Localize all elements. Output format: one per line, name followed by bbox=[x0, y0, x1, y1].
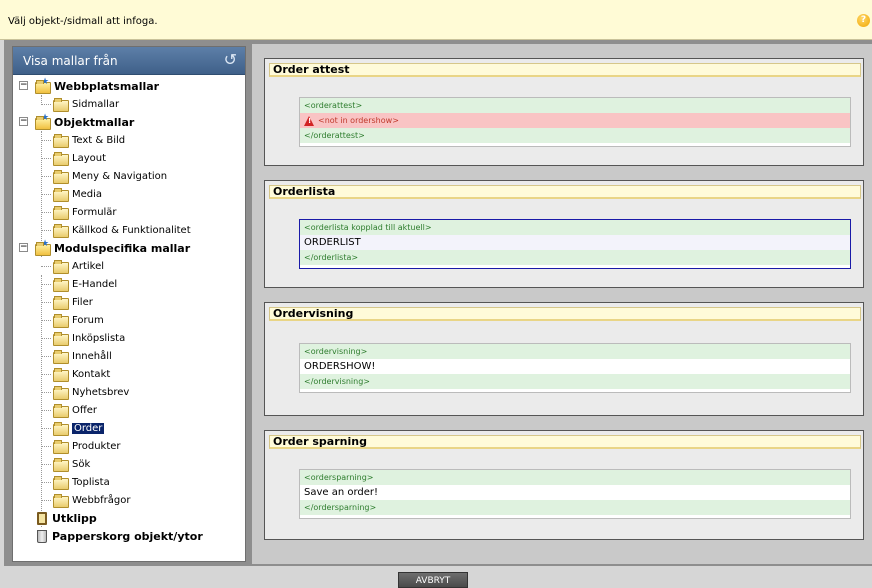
card-title: Order attest bbox=[269, 63, 861, 77]
cancel-button[interactable]: AVBRYT bbox=[398, 572, 468, 588]
tree-item-media[interactable]: Media bbox=[53, 185, 102, 203]
template-card-order-sparning[interactable]: Order sparning <ordersparning> Save an o… bbox=[264, 430, 864, 540]
folder-icon bbox=[53, 260, 69, 274]
sidebar-title: Visa mallar från bbox=[23, 54, 118, 68]
close-tag: </orderlista> bbox=[300, 250, 850, 265]
tree-item-innehall[interactable]: Innehåll bbox=[53, 347, 112, 365]
card-title: Orderlista bbox=[269, 185, 861, 199]
template-card-order-attest[interactable]: Order attest <orderattest> <not in order… bbox=[264, 58, 864, 166]
tree-node-objektmallar[interactable]: − ★ Objektmallar bbox=[19, 113, 134, 131]
help-icon[interactable]: ? bbox=[857, 14, 870, 27]
warning-icon bbox=[304, 115, 314, 126]
tree-node-papperskorg[interactable]: Papperskorg objekt/ytor bbox=[37, 527, 203, 545]
clipboard-icon bbox=[37, 511, 47, 525]
folder-icon bbox=[53, 386, 69, 400]
folder-icon bbox=[53, 224, 69, 238]
folder-icon: ★ bbox=[35, 113, 51, 130]
body-text: ORDERSHOW! bbox=[300, 359, 850, 374]
close-tag: </orderattest> bbox=[300, 128, 850, 143]
tree-item-text-bild[interactable]: Text & Bild bbox=[53, 131, 125, 149]
tree-node-webbplatsmallar[interactable]: − ★ Webbplatsmallar bbox=[19, 77, 159, 95]
open-tag: <orderattest> bbox=[300, 98, 850, 113]
collapse-toggle[interactable]: − bbox=[19, 243, 28, 252]
folder-icon bbox=[53, 422, 69, 436]
folder-icon bbox=[53, 440, 69, 454]
tree-item-forum[interactable]: Forum bbox=[53, 311, 104, 329]
tree-item-e-handel[interactable]: E-Handel bbox=[53, 275, 117, 293]
refresh-icon[interactable]: ↺ bbox=[224, 50, 237, 69]
selected-item-label: Order bbox=[72, 422, 105, 434]
folder-icon bbox=[53, 296, 69, 310]
folder-icon: ★ bbox=[35, 239, 51, 256]
folder-icon bbox=[53, 476, 69, 490]
template-content: <ordersparning> Save an order! </ordersp… bbox=[299, 469, 851, 519]
folder-icon bbox=[53, 368, 69, 382]
folder-icon bbox=[53, 314, 69, 328]
body-text: Save an order! bbox=[300, 485, 850, 500]
tree-item-nyhetsbrev[interactable]: Nyhetsbrev bbox=[53, 383, 129, 401]
template-card-ordervisning[interactable]: Ordervisning <ordervisning> ORDERSHOW! <… bbox=[264, 302, 864, 416]
folder-icon bbox=[53, 134, 69, 148]
sidebar-header: Visa mallar från ↺ bbox=[13, 47, 245, 75]
tree-item-toplista[interactable]: Toplista bbox=[53, 473, 110, 491]
card-title: Order sparning bbox=[269, 435, 861, 449]
folder-icon: ★ bbox=[35, 77, 51, 94]
tree-item-kallkod[interactable]: Källkod & Funktionalitet bbox=[53, 221, 191, 239]
template-content: <ordervisning> ORDERSHOW! </ordervisning… bbox=[299, 343, 851, 393]
tree-item-offer[interactable]: Offer bbox=[53, 401, 97, 419]
template-preview-pane: Order attest <orderattest> <not in order… bbox=[252, 44, 872, 564]
folder-icon bbox=[53, 494, 69, 508]
collapse-toggle[interactable]: − bbox=[19, 117, 28, 126]
tree-item-produkter[interactable]: Produkter bbox=[53, 437, 121, 455]
folder-icon bbox=[53, 458, 69, 472]
tree-item-inkopslista[interactable]: Inköpslista bbox=[53, 329, 125, 347]
close-tag: </ordersparning> bbox=[300, 500, 850, 515]
tree-item-sok[interactable]: Sök bbox=[53, 455, 90, 473]
tree-item-webbfragor[interactable]: Webbfrågor bbox=[53, 491, 131, 509]
card-title: Ordervisning bbox=[269, 307, 861, 321]
button-bar: AVBRYT bbox=[0, 566, 872, 588]
folder-icon bbox=[53, 404, 69, 418]
body-text: ORDERLIST bbox=[300, 235, 850, 250]
tree-item-kontakt[interactable]: Kontakt bbox=[53, 365, 110, 383]
instruction-text: Välj objekt-/sidmall att infoga. bbox=[8, 16, 158, 27]
tree-item-layout[interactable]: Layout bbox=[53, 149, 106, 167]
tree-item-sidmallar[interactable]: Sidmallar bbox=[53, 95, 119, 113]
folder-icon bbox=[53, 98, 69, 112]
open-tag: <ordersparning> bbox=[300, 470, 850, 485]
folder-icon bbox=[53, 188, 69, 202]
template-sidebar: Visa mallar från ↺ − ★ Webbplatsmallar S… bbox=[12, 46, 246, 562]
template-card-orderlista[interactable]: Orderlista <orderlista kopplad till aktu… bbox=[264, 180, 864, 288]
folder-icon bbox=[53, 332, 69, 346]
close-tag: </ordervisning> bbox=[300, 374, 850, 389]
template-content: <orderlista kopplad till aktuell> ORDERL… bbox=[299, 219, 851, 269]
folder-icon bbox=[53, 278, 69, 292]
top-message-bar: Välj objekt-/sidmall att infoga. ? bbox=[0, 0, 872, 40]
collapse-toggle[interactable]: − bbox=[19, 81, 28, 90]
trash-icon bbox=[37, 529, 47, 543]
tree-item-formular[interactable]: Formulär bbox=[53, 203, 117, 221]
tree-item-artikel[interactable]: Artikel bbox=[53, 257, 104, 275]
open-tag: <orderlista kopplad till aktuell> bbox=[300, 220, 850, 235]
template-content: <orderattest> <not in ordershow> </order… bbox=[299, 97, 851, 147]
folder-icon bbox=[53, 170, 69, 184]
folder-icon bbox=[53, 206, 69, 220]
open-tag: <ordervisning> bbox=[300, 344, 850, 359]
tree-node-utklipp[interactable]: Utklipp bbox=[37, 509, 97, 527]
tree-node-modulspecifika[interactable]: − ★ Modulspecifika mallar bbox=[19, 239, 190, 257]
error-row: <not in ordershow> bbox=[300, 113, 850, 128]
tree-item-filer[interactable]: Filer bbox=[53, 293, 93, 311]
tree-item-order[interactable]: Order bbox=[53, 419, 105, 437]
folder-icon bbox=[53, 350, 69, 364]
tree-item-meny-navigation[interactable]: Meny & Navigation bbox=[53, 167, 167, 185]
folder-icon bbox=[53, 152, 69, 166]
